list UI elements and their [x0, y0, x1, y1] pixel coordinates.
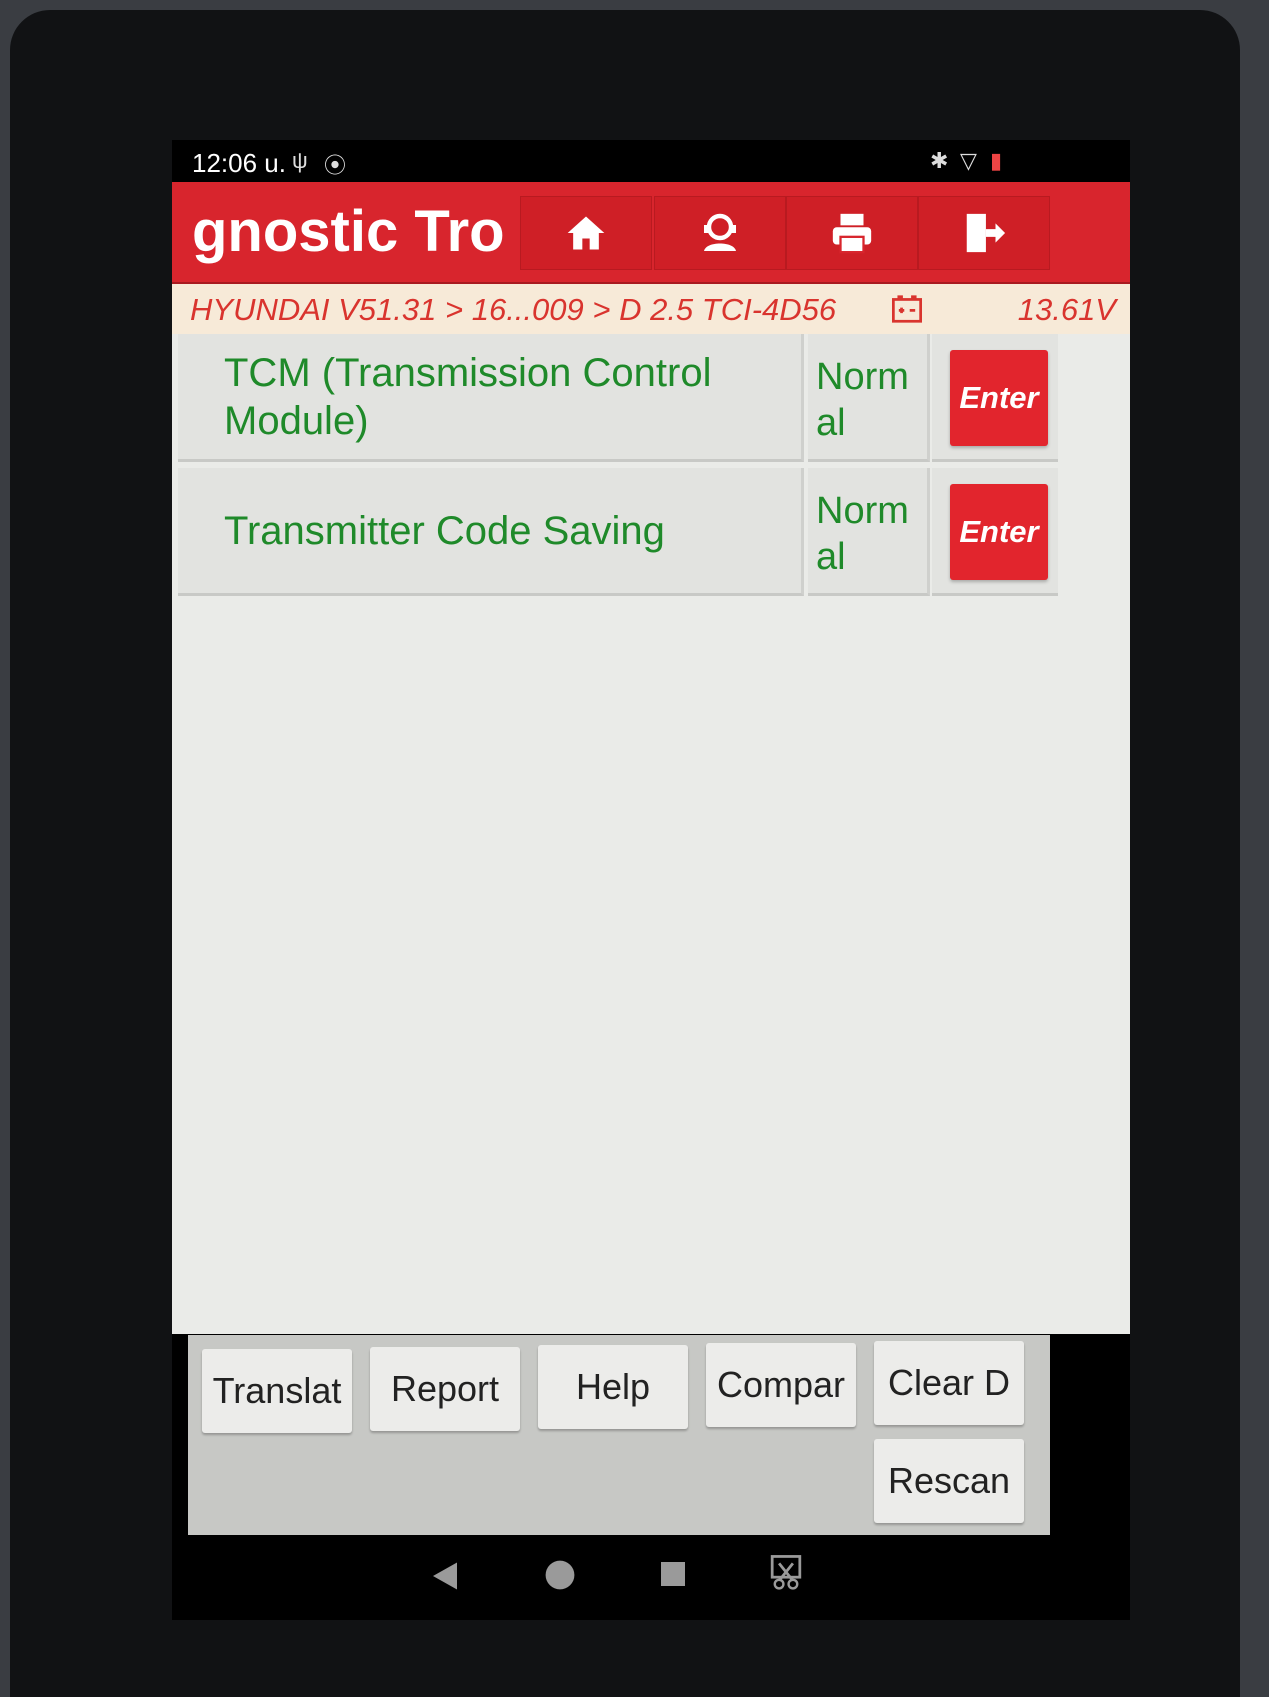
back-icon[interactable] — [430, 1559, 460, 1593]
rescan-button[interactable]: Rescan — [874, 1439, 1024, 1523]
module-list: TCM (Transmission Control Module) Normal… — [172, 334, 1130, 1334]
exit-button[interactable] — [918, 196, 1050, 270]
enter-button[interactable]: Enter — [950, 484, 1048, 580]
breadcrumb: HYUNDAI V51.31 > 16...009 > D 2.5 TCI-4D… — [172, 284, 1130, 334]
translate-button[interactable]: Translat — [202, 1349, 352, 1433]
module-name: Transmitter Code Saving — [178, 468, 804, 596]
android-nav-bar — [172, 1535, 1130, 1620]
enter-cell: Enter — [932, 334, 1058, 462]
status-time: 12:06 u. — [192, 148, 286, 178]
screenshot-icon[interactable] — [768, 1553, 804, 1591]
app-title: gnostic Tro — [192, 199, 505, 264]
module-status: Normal — [808, 468, 930, 596]
battery-icon: ▮ — [990, 148, 1003, 173]
report-button[interactable]: Report — [370, 1347, 520, 1431]
status-bar: 12:06 u. ψ ⦿ ✱ ▽ ▮ — [172, 140, 1130, 180]
tablet-screen: 12:06 u. ψ ⦿ ✱ ▽ ▮ gnostic Tro HYUNDAI V… — [172, 140, 1130, 1620]
enter-cell: Enter — [932, 468, 1058, 596]
clear-dtc-button[interactable]: Clear D — [874, 1341, 1024, 1425]
voltage-readout: 13.61V — [1017, 292, 1116, 327]
module-status: Normal — [808, 334, 930, 462]
recents-icon[interactable] — [658, 1559, 688, 1589]
list-item: Transmitter Code Saving Normal Enter — [172, 468, 1130, 600]
wifi-icon: ▽ — [960, 148, 977, 173]
print-icon — [832, 213, 872, 254]
bluetooth-icon: ✱ — [930, 148, 949, 173]
title-bar: gnostic Tro — [172, 182, 1130, 284]
module-name: TCM (Transmission Control Module) — [178, 334, 804, 462]
home-icon — [567, 216, 605, 250]
bottom-toolbar: Translat Report Help Compar Clear D Resc… — [188, 1335, 1050, 1535]
home-button[interactable] — [520, 196, 652, 270]
enter-button[interactable]: Enter — [950, 350, 1048, 446]
compare-button[interactable]: Compar — [706, 1343, 856, 1427]
support-icon — [704, 213, 736, 251]
list-item: TCM (Transmission Control Module) Normal… — [172, 334, 1130, 466]
print-button[interactable] — [786, 196, 918, 270]
home-nav-icon[interactable] — [544, 1559, 576, 1591]
battery-voltage-icon — [892, 295, 922, 323]
help-button[interactable]: Help — [538, 1345, 688, 1429]
exit-icon — [966, 213, 1006, 253]
usb-icon: ψ — [292, 148, 308, 173]
support-button[interactable] — [654, 196, 786, 270]
breadcrumb-path: HYUNDAI V51.31 > 16...009 > D 2.5 TCI-4D… — [190, 292, 837, 327]
sync-icon: ⦿ — [324, 153, 347, 178]
